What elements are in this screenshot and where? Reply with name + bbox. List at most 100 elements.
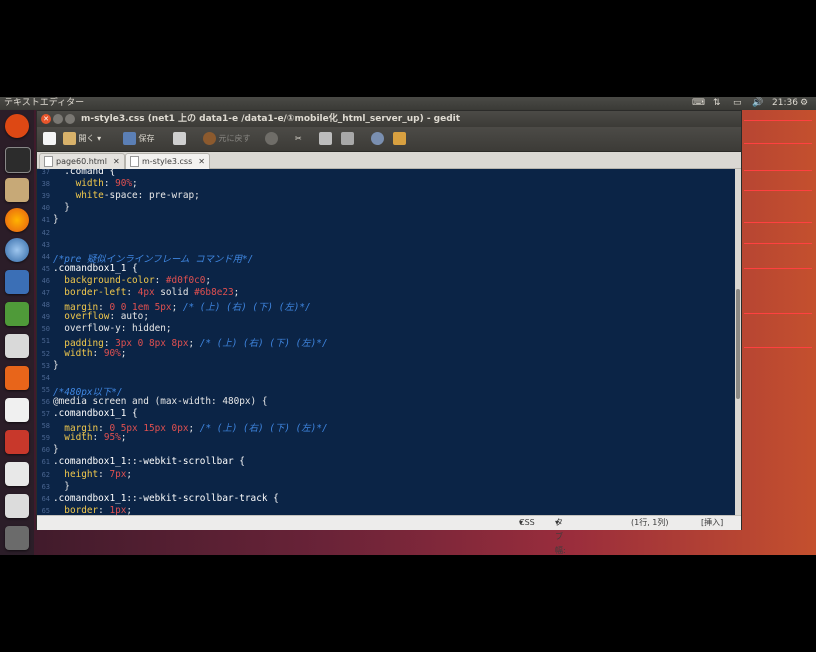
writer-icon[interactable] <box>5 270 29 294</box>
code-line[interactable]: @media screen and (max-width: 480px) { <box>53 396 267 407</box>
undo-button[interactable]: 元に戻す <box>203 131 251 147</box>
printer-icon <box>173 132 186 145</box>
open-button[interactable]: 開く ▾ <box>63 131 101 147</box>
code-token: ; <box>132 178 138 190</box>
close-window-button[interactable]: ✕ <box>41 114 51 124</box>
code-token: #6b8e23 <box>194 287 234 298</box>
amazon-icon[interactable] <box>5 398 29 422</box>
document-icon[interactable] <box>5 334 29 358</box>
gedit-window: ✕ m-style3.css (net1 上の data1-e /data1-e… <box>36 110 742 555</box>
code-token: width <box>64 432 93 444</box>
code-line[interactable]: .comandbox1_1::-webkit-scrollbar { <box>53 456 245 467</box>
paste-button[interactable] <box>341 131 354 147</box>
code-line[interactable]: } <box>53 481 70 492</box>
close-tab-icon[interactable]: ✕ <box>113 157 120 166</box>
title-bar: ✕ m-style3.css (net1 上の data1-e /data1-e… <box>37 111 741 127</box>
code-token: ; <box>205 274 212 286</box>
volume-icon[interactable]: 🔊 <box>752 97 763 110</box>
code-token: background-color <box>64 274 155 286</box>
code-line[interactable]: width: 95%; <box>53 432 126 443</box>
line-number: 48 <box>41 301 50 310</box>
code-editor[interactable]: 37 .comand {38 width: 90%; 39 white-space… <box>37 169 735 515</box>
line-number: 40 <box>41 204 50 213</box>
minimize-window-button[interactable] <box>53 114 63 124</box>
code-line[interactable]: overflow-y: hidden; <box>53 323 172 335</box>
code-line[interactable]: .comandbox1_1 { <box>53 263 138 274</box>
trash-icon[interactable] <box>5 526 29 550</box>
line-number: 60 <box>41 446 50 455</box>
network-icon[interactable]: ⇅ <box>713 97 721 110</box>
save-button[interactable]: 保存 <box>123 131 155 147</box>
code-line[interactable]: .comand { <box>53 169 115 177</box>
software-center-icon[interactable] <box>5 366 29 390</box>
code-token: .comandbox1_1 { <box>53 408 138 419</box>
code-line[interactable]: .comandbox1_1 { <box>53 408 138 419</box>
code-line[interactable]: border: 1px; <box>53 505 132 515</box>
tab-bar: page60.html ✕ m-style3.css ✕ <box>37 152 741 169</box>
code-token: border <box>64 504 99 515</box>
line-number: 53 <box>41 361 50 370</box>
code-token: overflow-y: hidden; <box>53 323 172 335</box>
ubuntu-dash-icon[interactable] <box>5 114 29 138</box>
code-line[interactable]: width: 90%; <box>53 178 138 189</box>
redo-button[interactable] <box>265 131 278 147</box>
code-line[interactable]: } <box>53 444 59 455</box>
code-token: } <box>53 444 59 456</box>
camera-icon[interactable] <box>5 494 29 518</box>
code-line[interactable]: white-space: pre-wrap; <box>53 190 200 201</box>
code-line[interactable]: } <box>53 202 70 213</box>
code-line[interactable]: } <box>53 214 59 225</box>
close-tab-icon[interactable]: ✕ <box>198 157 205 166</box>
battery-icon[interactable]: ▭ <box>733 97 742 110</box>
code-token: ; <box>126 468 133 480</box>
text-editor-icon[interactable] <box>5 462 29 486</box>
code-line[interactable]: .comandbox1_1::-webkit-scrollbar-track { <box>53 493 279 504</box>
new-file-button[interactable] <box>43 131 56 147</box>
code-line[interactable]: border-left: 4px solid #6b8e23; <box>53 287 239 298</box>
line-number: 38 <box>41 180 50 189</box>
code-line[interactable]: overflow: auto; <box>53 311 149 322</box>
code-line[interactable]: background-color: #d0f0c0; <box>53 275 211 286</box>
line-number: 62 <box>41 470 50 479</box>
tab-m-style3-css[interactable]: m-style3.css ✕ <box>125 153 210 169</box>
code-line[interactable]: width: 90%; <box>53 348 126 359</box>
code-line[interactable]: height: 7px; <box>53 469 132 480</box>
copy-button[interactable] <box>319 131 332 147</box>
calc-icon[interactable] <box>5 302 29 326</box>
maximize-window-button[interactable] <box>65 114 75 124</box>
insert-mode: [挿入] <box>701 518 724 527</box>
tab-width-selector[interactable]: タブ幅: 8 ▾ <box>555 516 566 555</box>
replace-button[interactable] <box>393 131 406 147</box>
line-number: 61 <box>41 458 50 467</box>
copy-icon <box>319 132 332 145</box>
firefox-icon[interactable] <box>5 208 29 232</box>
undo-label: 元に戻す <box>218 134 251 143</box>
scrollbar-thumb[interactable] <box>736 289 740 399</box>
cut-button[interactable]: ✂ <box>295 131 302 147</box>
line-number: 49 <box>41 313 50 322</box>
code-token: @media screen and (max-width: 480px) { <box>53 395 268 407</box>
tab-width-label: タブ幅: 8 <box>555 518 566 555</box>
print-button[interactable] <box>173 131 186 147</box>
code-token: ; <box>188 423 200 435</box>
terminal-icon[interactable] <box>5 147 31 173</box>
cursor-position: (1行, 1列) <box>631 518 669 527</box>
browser-icon[interactable] <box>5 238 29 262</box>
keyboard-icon[interactable]: ⌨ <box>692 97 705 110</box>
gear-icon[interactable]: ⚙ <box>800 97 808 110</box>
settings-icon[interactable] <box>5 430 29 454</box>
code-line[interactable]: } <box>53 360 59 371</box>
line-number: 46 <box>41 276 50 285</box>
files-icon[interactable] <box>5 178 29 202</box>
vertical-scrollbar[interactable] <box>735 169 741 515</box>
language-selector[interactable]: CSS ▾ <box>519 516 535 530</box>
clock[interactable]: 21:36 <box>772 97 798 110</box>
code-token: } <box>53 202 70 214</box>
search-icon <box>371 132 384 145</box>
tab-page60-html[interactable]: page60.html ✕ <box>39 153 125 169</box>
find-button[interactable] <box>371 131 384 147</box>
code-token: : <box>92 432 104 444</box>
